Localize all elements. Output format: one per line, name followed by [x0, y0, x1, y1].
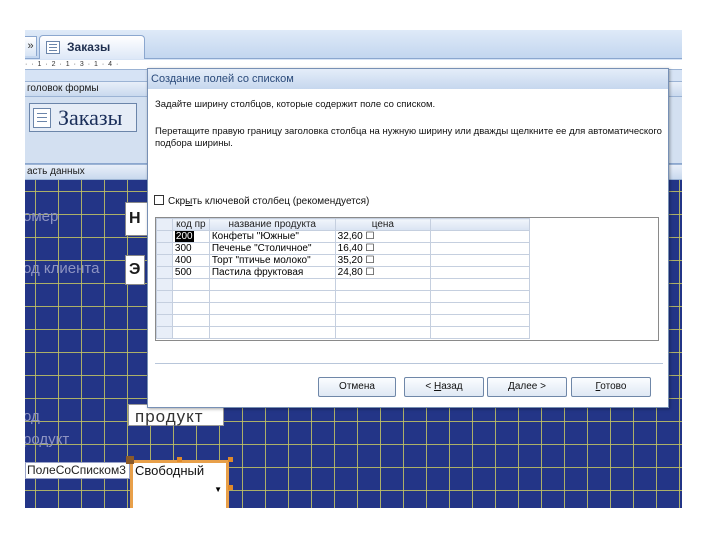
column-header-empty-2 — [529, 218, 658, 231]
form-title-control[interactable]: Заказы — [29, 103, 137, 132]
column-header-empty — [430, 218, 531, 231]
cell-name[interactable]: Торт "птичье молоко" — [208, 254, 336, 267]
label-product-code-line1[interactable]: од — [25, 408, 40, 425]
row-selector-header[interactable] — [156, 218, 173, 231]
row-selector[interactable] — [156, 230, 173, 243]
next-button[interactable]: Далее > — [487, 377, 567, 397]
cell-empty — [430, 242, 531, 255]
cell-blank — [530, 231, 658, 243]
cell-price[interactable]: 32,60 ☐ — [334, 230, 432, 243]
back-button[interactable]: < Назад — [404, 377, 484, 397]
cell-code[interactable]: 300 — [171, 242, 210, 255]
combo-box-value: Свободный — [135, 463, 205, 478]
cell-blank — [530, 243, 658, 255]
cell-price[interactable]: 24,80 ☐ — [334, 266, 432, 279]
cell-code[interactable]: 200 — [171, 230, 210, 243]
resize-handle-top[interactable] — [177, 457, 182, 462]
cancel-button[interactable]: Отмена — [318, 377, 396, 397]
cell-code[interactable]: 400 — [171, 254, 210, 267]
table-row-empty — [156, 302, 658, 315]
tab-orders-form[interactable]: Заказы — [39, 35, 145, 59]
cell-blank — [530, 255, 658, 267]
combo-box-control[interactable]: Свободный ▼ — [130, 460, 229, 508]
row-selector[interactable] — [156, 266, 173, 279]
preview-table: код пр название продукта цена 200 Конфет… — [156, 218, 658, 339]
table-row[interactable]: 200 Конфеты "Южные" 32,60 ☐ — [156, 230, 658, 243]
form-icon — [46, 41, 60, 54]
table-row-empty — [156, 290, 658, 303]
dialog-titlebar[interactable]: Создание полей со списком — [148, 69, 668, 89]
table-row-empty — [156, 326, 658, 339]
cell-empty — [430, 254, 531, 267]
cell-empty — [430, 266, 531, 279]
table-row[interactable]: 500 Пастила фруктовая 24,80 ☐ — [156, 266, 658, 279]
label-product-code-line2[interactable]: родукт — [25, 431, 69, 448]
label-client-code[interactable]: од клиента — [25, 260, 99, 277]
checkbox-label-post: ть ключевой столбец (рекомендуется) — [192, 196, 370, 207]
tab-orders-label: Заказы — [67, 40, 111, 54]
resize-handle-top-right[interactable] — [228, 457, 233, 462]
checkbox-label-pre: Скр — [168, 196, 186, 207]
form-logo-icon — [33, 108, 51, 128]
field-order-number[interactable]: Н — [125, 202, 149, 236]
label-order-number[interactable]: омер — [25, 208, 58, 225]
dialog-title: Создание полей со списком — [151, 73, 294, 85]
table-row-empty — [156, 278, 658, 291]
cell-code[interactable]: 500 — [171, 266, 210, 279]
column-header-price[interactable]: цена — [334, 218, 432, 231]
document-tab-bar: » Заказы — [25, 30, 682, 59]
cell-blank — [530, 267, 658, 279]
cell-name[interactable]: Конфеты "Южные" — [208, 230, 336, 243]
previous-tab-button[interactable]: » — [25, 36, 37, 56]
row-selector[interactable] — [156, 254, 173, 267]
combo-box-wizard-dialog: Создание полей со списком Задайте ширину… — [147, 68, 669, 408]
dialog-body: Задайте ширину столбцов, которые содержи… — [148, 89, 668, 407]
hide-key-column-checkbox[interactable] — [154, 195, 164, 205]
cell-name[interactable]: Пастила фруктовая — [208, 266, 336, 279]
column-header-name[interactable]: название продукта — [208, 218, 336, 231]
cell-price[interactable]: 35,20 ☐ — [334, 254, 432, 267]
move-handle[interactable] — [126, 456, 134, 464]
hide-key-column-option[interactable]: Скрыть ключевой столбец (рекомендуется) — [154, 195, 369, 207]
table-row-empty — [156, 314, 658, 327]
finish-button[interactable]: Готово — [571, 377, 651, 397]
instruction-text-2: Перетащите правую границу заголовка стол… — [155, 126, 662, 149]
form-title-text: Заказы — [58, 105, 123, 130]
field-client-code[interactable]: Э — [125, 255, 145, 285]
cell-price[interactable]: 16,40 ☐ — [334, 242, 432, 255]
table-row[interactable]: 300 Печенье "Столичное" 16,40 ☐ — [156, 242, 658, 255]
column-width-grid[interactable]: код пр название продукта цена 200 Конфет… — [155, 217, 659, 341]
instruction-text-1: Задайте ширину столбцов, которые содержи… — [155, 99, 436, 110]
table-row[interactable]: 400 Торт "птичье молоко" 35,20 ☐ — [156, 254, 658, 267]
cell-name[interactable]: Печенье "Столичное" — [208, 242, 336, 255]
row-selector[interactable] — [156, 242, 173, 255]
resize-handle-right[interactable] — [228, 485, 233, 490]
combo-box-label[interactable]: ПолеСоСписком3 — [25, 462, 130, 479]
cell-empty — [430, 230, 531, 243]
dropdown-arrow-icon[interactable]: ▼ — [214, 485, 222, 494]
dialog-separator — [155, 363, 663, 364]
column-header-code[interactable]: код пр — [171, 218, 210, 231]
